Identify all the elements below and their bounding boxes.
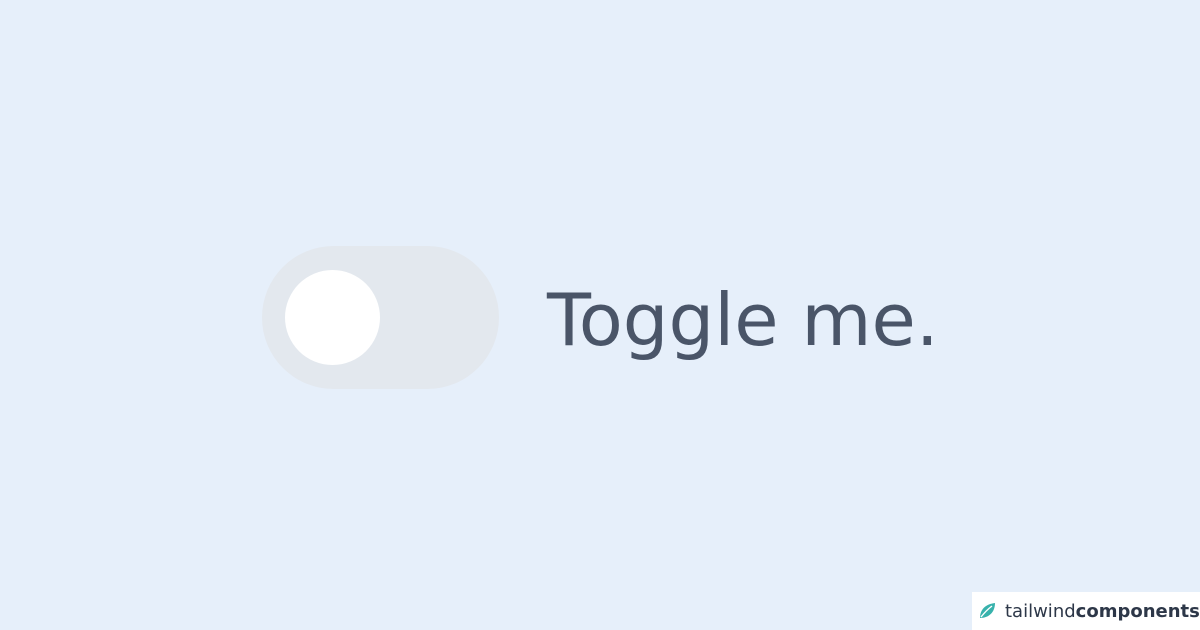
brand-name-light: tailwind	[1005, 600, 1076, 622]
leaf-icon	[976, 600, 998, 622]
brand-name: tailwindcomponents	[1005, 601, 1200, 622]
toggle-switch[interactable]	[262, 246, 499, 389]
page-canvas: Toggle me. tailwindcomponents	[0, 0, 1200, 630]
toggle-knob[interactable]	[285, 270, 380, 365]
toggle-row: Toggle me.	[262, 246, 939, 389]
brand-badge[interactable]: tailwindcomponents	[972, 592, 1200, 630]
toggle-label[interactable]: Toggle me.	[547, 280, 939, 356]
brand-name-bold: components	[1075, 600, 1200, 622]
